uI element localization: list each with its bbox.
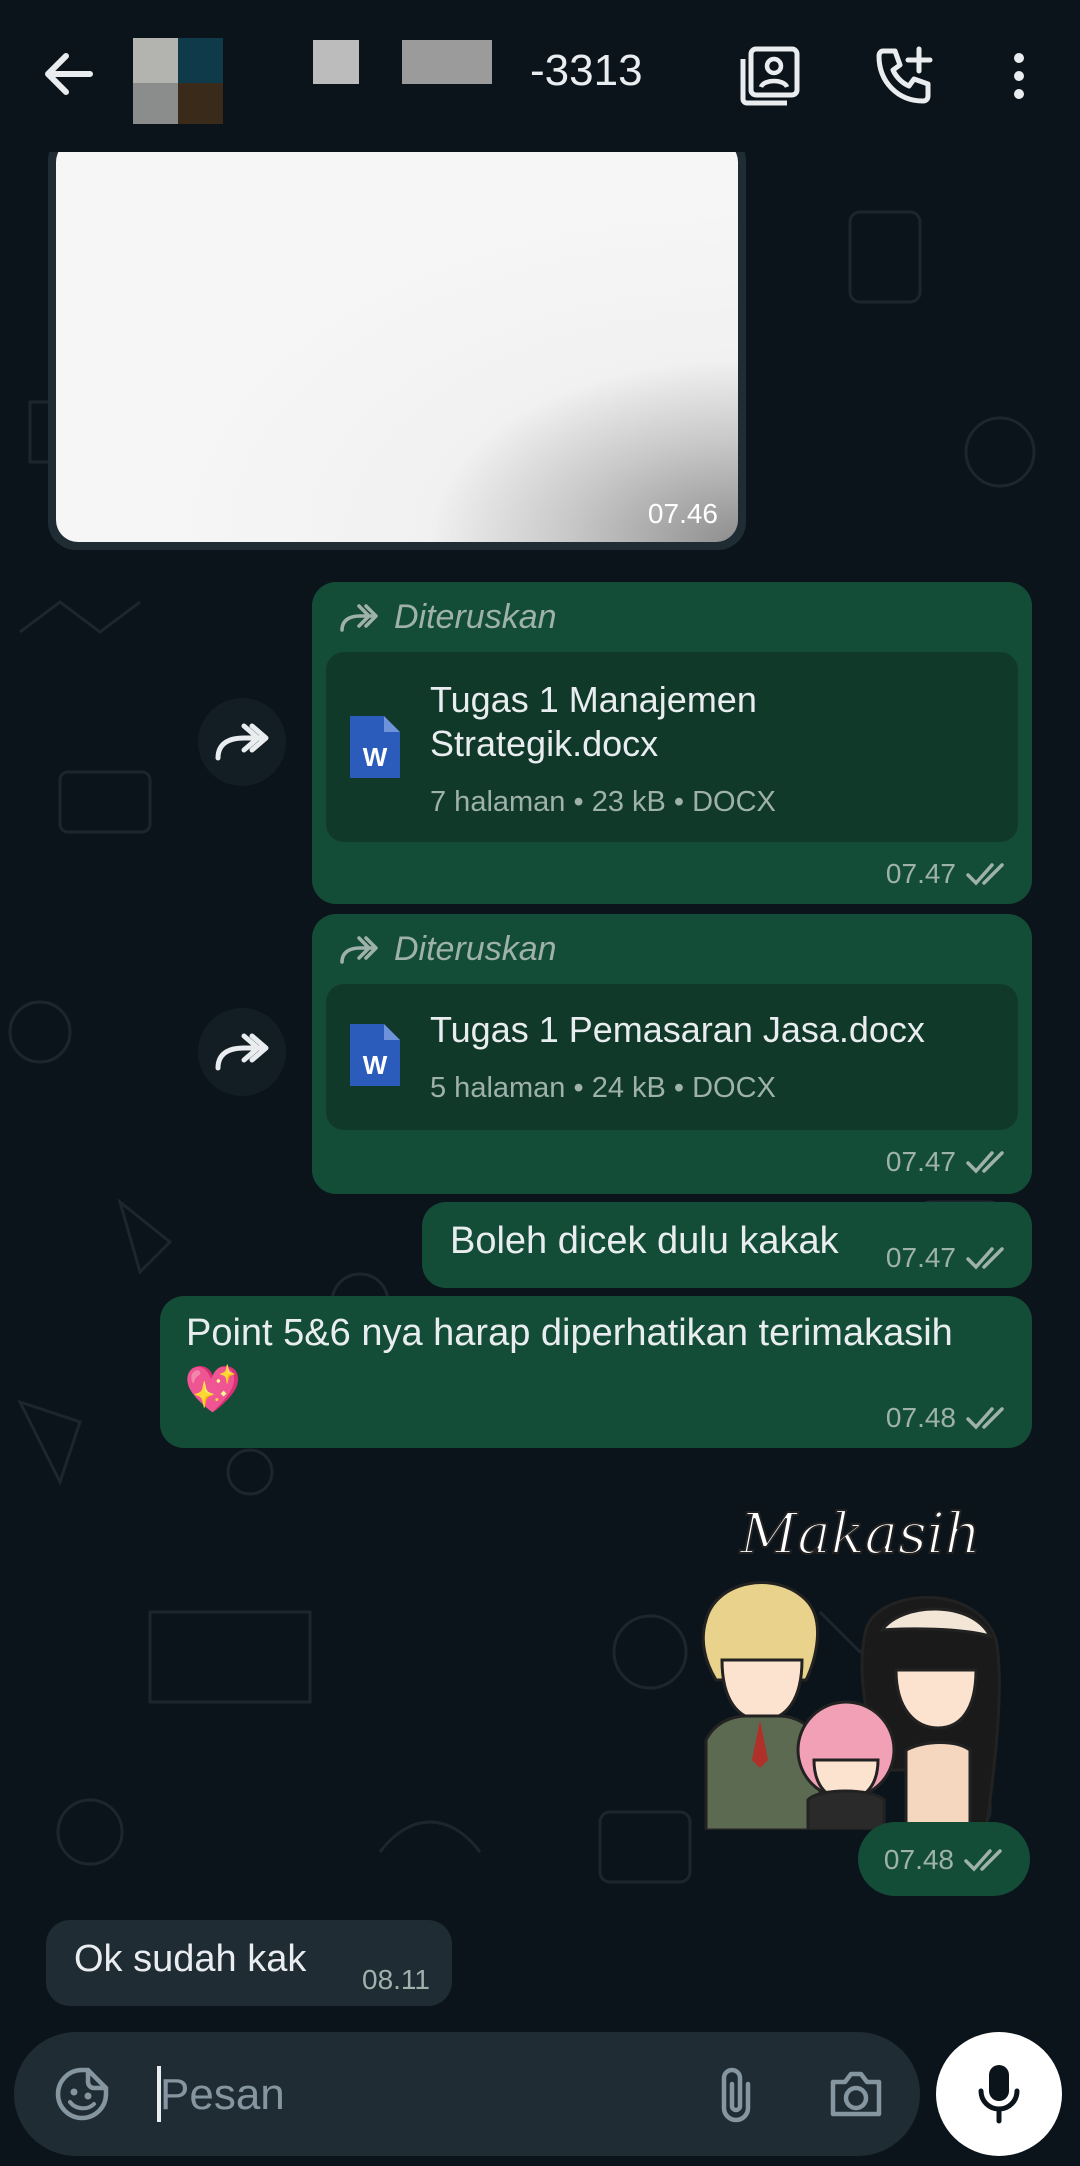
sticker-icon[interactable] xyxy=(46,2058,118,2130)
redacted-block xyxy=(402,40,492,84)
sticker-time-badge: 07.48 xyxy=(858,1822,1030,1896)
image-thumbnail[interactable]: 07.46 xyxy=(56,152,738,542)
document-title-line2: Strategik.docx xyxy=(430,723,659,764)
message-meta: 07.47 xyxy=(886,1242,1010,1274)
message-time: 07.47 xyxy=(885,1242,956,1273)
word-doc-icon: W xyxy=(350,1024,400,1086)
message-text: Point 5&6 nya harap diperhatikan terimak… xyxy=(186,1312,953,1354)
chat-area[interactable]: 07.46 Diteruskan W Tugas 1 Manajemen Str… xyxy=(0,152,1080,2028)
contact-card-icon[interactable] xyxy=(734,40,806,112)
avatar[interactable] xyxy=(133,38,223,124)
sticker-caption: Makasih xyxy=(739,1501,982,1568)
redacted-block xyxy=(313,40,359,84)
forward-button[interactable] xyxy=(198,698,286,786)
message-meta: 07.48 xyxy=(886,1402,1010,1434)
message-input[interactable]: Pesan xyxy=(160,2070,285,2120)
sparkling-heart-emoji: 💖 xyxy=(184,1363,242,1415)
add-call-icon[interactable] xyxy=(868,40,940,112)
image-message[interactable]: 07.46 xyxy=(48,152,746,550)
message-meta: 07.47 xyxy=(886,858,1010,890)
sticker-message[interactable]: Makasih xyxy=(676,1501,1036,1832)
word-doc-icon: W xyxy=(350,716,400,778)
message-time: 07.46 xyxy=(647,498,718,529)
document-card[interactable]: W Tugas 1 Pemasaran Jasa.docx 5 halaman … xyxy=(326,984,1018,1130)
chat-header: -3313 xyxy=(0,0,1080,152)
mic-icon xyxy=(978,2065,1020,2124)
message-meta: 07.47 xyxy=(886,1146,1010,1178)
svg-text:W: W xyxy=(363,742,388,772)
document-title: Tugas 1 Pemasaran Jasa.docx xyxy=(430,1009,925,1050)
double-check-icon xyxy=(966,1247,1004,1270)
double-check-icon xyxy=(964,1849,1002,1872)
forwarded-icon xyxy=(340,935,378,964)
forwarded-icon xyxy=(340,603,378,632)
message-text: Boleh dicek dulu kakak xyxy=(450,1220,839,1262)
double-check-icon xyxy=(966,1407,1004,1430)
attach-icon[interactable] xyxy=(700,2058,772,2130)
document-card[interactable]: W Tugas 1 Manajemen Strategik.docx 7 hal… xyxy=(326,652,1018,842)
document-message[interactable]: Diteruskan W Tugas 1 Pemasaran Jasa.docx… xyxy=(312,914,1032,1194)
message-time: 07.47 xyxy=(885,1146,956,1177)
message-meta: 07.48 xyxy=(884,1844,1008,1876)
camera-icon[interactable] xyxy=(820,2058,892,2130)
contact-name[interactable]: -3313 xyxy=(530,46,643,96)
message-time: 07.47 xyxy=(885,858,956,889)
mic-button[interactable] xyxy=(936,2032,1062,2156)
message-time: 08.11 xyxy=(362,1964,430,1995)
message-time: 07.48 xyxy=(885,1402,956,1433)
message-input-bar[interactable]: Pesan xyxy=(14,2032,920,2156)
forward-icon xyxy=(215,723,269,761)
more-vert-icon[interactable] xyxy=(983,40,1055,112)
svg-text:W: W xyxy=(363,1050,388,1080)
incoming-text-message[interactable]: Ok sudah kak 08.11 xyxy=(46,1920,452,2006)
document-meta: 5 halaman • 24 kB • DOCX xyxy=(430,1072,776,1104)
back-arrow-icon[interactable] xyxy=(36,38,100,110)
double-check-icon xyxy=(966,1151,1004,1174)
forwarded-label: Diteruskan xyxy=(394,930,557,968)
message-text: Ok sudah kak xyxy=(74,1938,307,1980)
sticker-image xyxy=(701,1581,1001,1830)
message-time: 07.48 xyxy=(883,1844,954,1875)
forward-button[interactable] xyxy=(198,1008,286,1096)
forward-icon xyxy=(215,1033,269,1071)
text-message[interactable]: Point 5&6 nya harap diperhatikan terimak… xyxy=(160,1296,1032,1448)
text-message[interactable]: Boleh dicek dulu kakak 07.47 xyxy=(422,1202,1032,1288)
document-message[interactable]: Diteruskan W Tugas 1 Manajemen Strategik… xyxy=(312,582,1032,904)
document-meta: 7 halaman • 23 kB • DOCX xyxy=(430,786,776,818)
document-title-line1: Tugas 1 Manajemen xyxy=(430,679,757,720)
forwarded-label: Diteruskan xyxy=(394,598,557,636)
double-check-icon xyxy=(966,863,1004,886)
